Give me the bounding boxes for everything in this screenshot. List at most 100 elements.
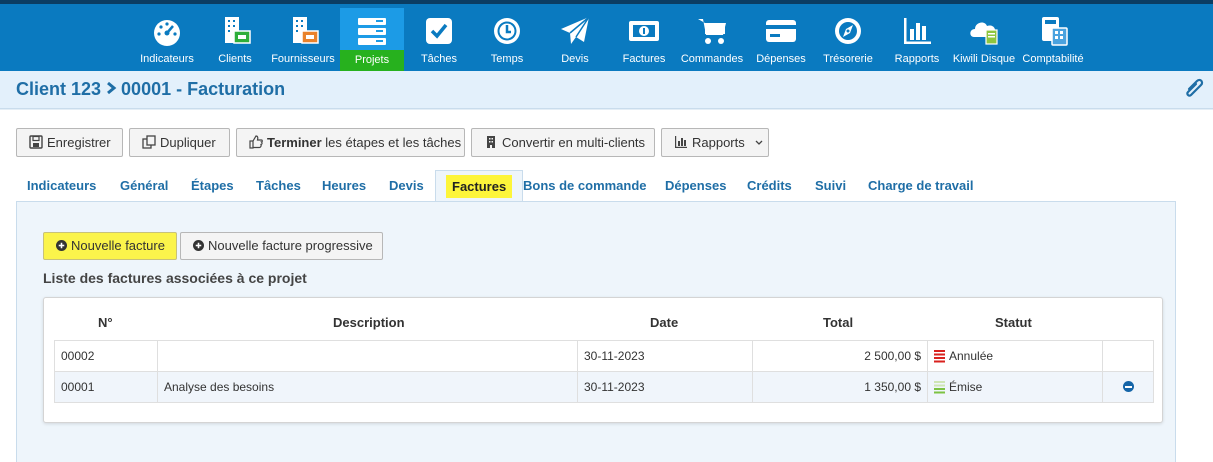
cell-date: 30-11-2023	[578, 372, 753, 402]
tab-credits[interactable]: Crédits	[747, 170, 792, 202]
tasks-checkbox-icon	[426, 18, 452, 44]
nav-label: Projets	[340, 50, 404, 71]
page-title: Client 123 00001 - Facturation	[16, 79, 285, 100]
reports-bar-chart-icon	[904, 18, 931, 44]
tab-etapes[interactable]: Étapes	[191, 170, 234, 202]
nav-item-factures[interactable]: Factures	[618, 8, 670, 71]
nav-label: Indicateurs	[140, 53, 194, 65]
thumbs-up-icon	[249, 135, 263, 149]
treasury-compass-icon	[835, 18, 861, 44]
tab-suivi[interactable]: Suivi	[815, 170, 846, 202]
chevron-right-icon	[105, 79, 117, 100]
tab-indicateurs[interactable]: Indicateurs	[27, 170, 96, 202]
tab-heures[interactable]: Heures	[322, 170, 366, 202]
quote-paper-plane-icon	[561, 16, 590, 44]
main-nav-bar: Indicateurs Clients Fournisseurs Projets…	[0, 0, 1213, 71]
nav-label: Fournisseurs	[271, 53, 335, 65]
column-header-total[interactable]: Total	[823, 315, 853, 330]
nav-item-commandes[interactable]: Commandes	[680, 8, 744, 71]
nav-item-rapports[interactable]: Rapports	[890, 8, 944, 71]
nav-item-taches[interactable]: Tâches	[414, 8, 464, 71]
cell-status: Annulée	[928, 341, 1103, 371]
nav-item-indicateurs[interactable]: Indicateurs	[136, 8, 198, 71]
tab-devis[interactable]: Devis	[389, 170, 424, 202]
nav-label: Comptabilité	[1022, 53, 1084, 65]
tab-charge-de-travail[interactable]: Charge de travail	[868, 170, 974, 202]
nav-item-comptabilite[interactable]: Comptabilité	[1020, 8, 1086, 71]
floppy-disk-icon	[29, 135, 43, 149]
column-header-description[interactable]: Description	[333, 315, 405, 330]
accounting-calculator-icon	[1042, 17, 1068, 46]
chevron-down-icon	[755, 140, 763, 145]
tab-general[interactable]: Général	[120, 170, 168, 202]
cell-total: 2 500,00 $	[753, 341, 928, 371]
column-header-status[interactable]: Statut	[995, 315, 1032, 330]
nav-label: Clients	[218, 53, 252, 65]
cell-description	[158, 341, 578, 371]
new-invoice-button[interactable]: Nouvelle facture	[43, 232, 177, 260]
tab-bons-de-commande[interactable]: Bons de commande	[523, 170, 647, 202]
cell-number[interactable]: 00001	[55, 372, 158, 402]
convert-multi-clients-button[interactable]: Convertir en multi-clients	[471, 128, 655, 157]
nav-item-devis[interactable]: Devis	[550, 8, 600, 71]
nav-item-clients[interactable]: Clients	[210, 8, 260, 71]
cell-total: 1 350,00 $	[753, 372, 928, 402]
cell-actions	[1103, 341, 1153, 371]
nav-item-temps[interactable]: Temps	[482, 8, 532, 71]
nav-label: Trésorerie	[823, 53, 873, 65]
clients-building-icon	[225, 17, 251, 44]
nav-item-fournisseurs[interactable]: Fournisseurs	[270, 8, 336, 71]
nav-item-kiwili-disque[interactable]: Kiwili Disque	[952, 8, 1016, 71]
breadcrumb-client[interactable]: Client 123	[16, 79, 101, 99]
duplicate-button[interactable]: Dupliquer	[129, 128, 230, 157]
nav-item-projets[interactable]: Projets	[340, 8, 404, 71]
table-row[interactable]: 00001 Analyse des besoins 30-11-2023 1 3…	[54, 371, 1154, 403]
nav-label: Factures	[622, 53, 666, 65]
nav-label: Tâches	[420, 53, 458, 65]
cell-actions	[1103, 372, 1153, 402]
time-clock-icon	[494, 18, 520, 44]
nav-label: Temps	[490, 53, 524, 65]
tab-factures[interactable]: Factures	[435, 170, 524, 202]
cell-number[interactable]: 00002	[55, 341, 158, 371]
bar-chart-icon	[675, 136, 687, 148]
cell-date: 30-11-2023	[578, 341, 753, 371]
tab-taches[interactable]: Tâches	[256, 170, 301, 202]
nav-item-depenses[interactable]: Dépenses	[754, 8, 808, 71]
save-button[interactable]: Enregistrer	[16, 128, 123, 157]
copy-icon	[142, 135, 156, 149]
remove-circle-icon[interactable]	[1123, 381, 1134, 392]
expenses-card-icon	[766, 20, 796, 42]
plus-circle-icon	[56, 240, 67, 251]
building-icon	[487, 136, 495, 148]
nav-label: Kiwili Disque	[952, 53, 1016, 65]
plus-circle-icon	[193, 240, 204, 251]
suppliers-building-icon	[293, 17, 319, 44]
projects-stack-icon	[358, 18, 386, 45]
title-bar: Client 123 00001 - Facturation	[0, 71, 1213, 109]
finish-steps-button[interactable]: Terminer les étapes et les tâches	[236, 128, 465, 157]
nav-item-tresorerie[interactable]: Trésorerie	[820, 8, 876, 71]
nav-label: Devis	[561, 53, 589, 65]
paperclip-icon[interactable]	[1183, 77, 1205, 101]
new-progressive-invoice-button[interactable]: Nouvelle facture progressive	[180, 232, 383, 260]
orders-cart-icon	[698, 19, 726, 44]
dashboard-gauge-icon	[154, 20, 180, 46]
column-header-date[interactable]: Date	[650, 315, 678, 330]
table-row[interactable]: 00002 30-11-2023 2 500,00 $ Annulée	[54, 340, 1154, 372]
nav-label: Rapports	[894, 53, 940, 65]
status-issued-icon	[934, 381, 945, 394]
cloud-drive-icon	[970, 22, 998, 45]
cell-status: Émise	[928, 372, 1103, 402]
cell-description: Analyse des besoins	[158, 372, 578, 402]
tab-depenses[interactable]: Dépenses	[665, 170, 726, 202]
section-title: Liste des factures associées à ce projet	[43, 270, 307, 286]
nav-label: Dépenses	[756, 53, 806, 65]
breadcrumb-project: 00001 - Facturation	[121, 79, 286, 99]
nav-label: Commandes	[680, 53, 744, 65]
invoices-table: N° Description Date Total Statut 00002 3…	[43, 297, 1163, 423]
project-tabs: Indicateurs Général Étapes Tâches Heures…	[16, 170, 1176, 202]
status-cancelled-icon	[934, 350, 945, 363]
reports-dropdown-button[interactable]: Rapports	[661, 128, 769, 157]
column-header-number[interactable]: N°	[98, 315, 113, 330]
